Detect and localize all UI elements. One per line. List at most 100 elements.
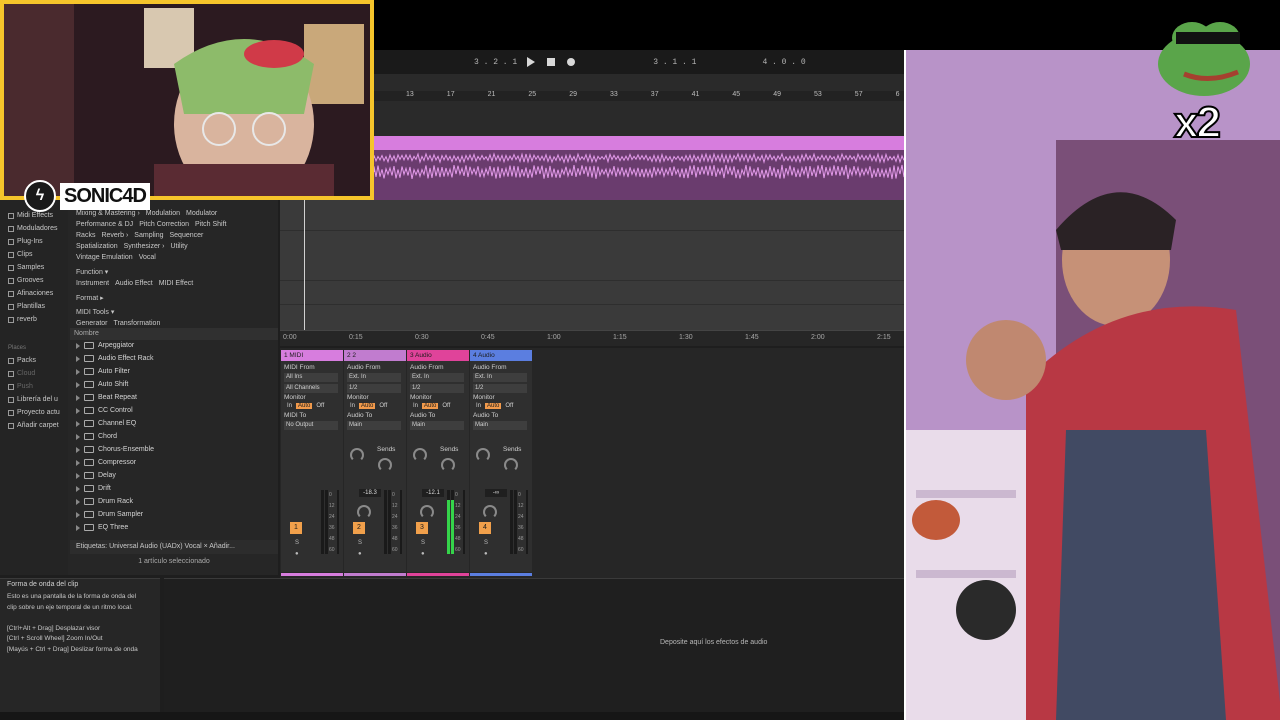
place-item[interactable]: Plug-Ins [8,238,43,245]
place-item[interactable]: Proyecto actu [8,409,60,416]
output-type-select[interactable]: Main [347,421,401,430]
pan-knob[interactable] [483,505,497,519]
device-list-item[interactable]: CC Control [76,407,133,414]
input-channel-select[interactable]: All Channels [284,384,338,393]
send-a-knob[interactable] [350,448,364,462]
expand-arrow-icon[interactable] [76,485,80,492]
expand-arrow-icon[interactable] [76,511,80,518]
solo-button[interactable]: S [358,540,362,546]
place-item[interactable]: Moduladores [8,225,57,232]
track-activator-button[interactable]: 2 [353,522,365,534]
track-title[interactable]: 2 2 [344,350,406,361]
time-ruler[interactable]: 0:00 0:15 0:30 0:45 1:00 1:15 1:30 1:45 2:00 2:15 [280,330,904,346]
arm-button[interactable]: ● [421,551,425,557]
record-button[interactable] [565,56,577,68]
monitor-off-button[interactable]: Off [314,403,326,409]
send-a-knob[interactable] [413,448,427,462]
tag-chip[interactable]: Generator [76,320,108,327]
place-item[interactable]: Push [8,383,33,390]
track-title[interactable]: 4 Audio [470,350,532,361]
tag-chip[interactable]: Sequencer [169,232,203,239]
device-list-item[interactable]: Drum Sampler [76,511,143,518]
track-title[interactable]: 1 MIDI [281,350,343,361]
place-item[interactable]: Afinaciones [8,290,53,297]
tag-chip[interactable]: Pitch Correction [139,221,189,228]
tag-chip[interactable]: Modulator [186,210,217,217]
tag-chip[interactable]: Racks [76,232,95,239]
place-item[interactable]: Añadir carpet [8,422,59,429]
tag-chip[interactable]: Vintage Emulation [76,254,133,261]
monitor-off-button[interactable]: Off [440,403,452,409]
expand-arrow-icon[interactable] [76,355,80,362]
monitor-auto-button[interactable]: Auto [485,403,502,409]
track-activator-button[interactable]: 1 [290,522,302,534]
bar-ruler[interactable]: 13 17 21 25 29 33 37 41 45 49 53 57 6 [370,91,904,101]
device-list-item[interactable]: Compressor [76,459,136,466]
device-list-item[interactable]: Drift [76,485,111,492]
input-type-select[interactable]: Ext. In [410,373,464,382]
solo-button[interactable]: S [295,540,299,546]
pan-knob[interactable] [420,505,434,519]
place-item[interactable]: reverb [8,316,37,323]
tags-bar[interactable]: Etiquetas: Universal Audio (UADx) Vocal … [70,540,278,554]
play-button[interactable] [525,56,537,68]
arm-button[interactable]: ● [295,551,299,557]
send-b-knob[interactable] [378,458,392,472]
tag-chip[interactable]: Instrument [76,280,109,287]
monitor-auto-button[interactable]: Auto [296,403,313,409]
expand-arrow-icon[interactable] [76,407,80,414]
track-lanes[interactable] [280,200,904,335]
device-list-item[interactable]: Auto Shift [76,381,128,388]
place-item[interactable]: Grooves [8,277,43,284]
device-list-item[interactable]: EQ Three [76,524,128,531]
tag-chip[interactable]: Reverb › [101,232,128,239]
device-list-item[interactable]: Drum Rack [76,498,133,505]
monitor-off-button[interactable]: Off [377,403,389,409]
input-type-select[interactable]: All Ins [284,373,338,382]
expand-arrow-icon[interactable] [76,368,80,375]
tag-chip[interactable]: Sampling [134,232,163,239]
volume-fader[interactable] [400,490,402,554]
expand-arrow-icon[interactable] [76,394,80,401]
monitor-in-button[interactable]: In [474,403,483,409]
device-list-item[interactable]: Delay [76,472,116,479]
stop-button[interactable] [545,56,557,68]
monitor-in-button[interactable]: In [411,403,420,409]
monitor-auto-button[interactable]: Auto [422,403,439,409]
tag-chip[interactable]: MIDI Tools ▾ [76,309,114,316]
monitor-in-button[interactable]: In [285,403,294,409]
place-item[interactable]: Cloud [8,370,35,377]
tag-chip[interactable]: Audio Effect [115,280,153,287]
place-item[interactable]: Midi Effects [8,212,53,219]
playhead[interactable] [304,200,305,335]
volume-fader[interactable] [463,490,465,554]
pan-knob[interactable] [357,505,371,519]
tag-chip[interactable]: Transformation [114,320,161,327]
output-type-select[interactable]: Main [410,421,464,430]
expand-arrow-icon[interactable] [76,420,80,427]
place-item[interactable]: Samples [8,264,44,271]
arm-button[interactable]: ● [358,551,362,557]
device-list-item[interactable]: Audio Effect Rack [76,355,154,362]
monitor-off-button[interactable]: Off [503,403,515,409]
device-list-item[interactable]: Beat Repeat [76,394,137,401]
place-item[interactable]: Clips [8,251,33,258]
track-activator-button[interactable]: 4 [479,522,491,534]
audio-clip[interactable] [374,136,904,200]
monitor-auto-button[interactable]: Auto [359,403,376,409]
solo-button[interactable]: S [421,540,425,546]
expand-arrow-icon[interactable] [76,459,80,466]
expand-arrow-icon[interactable] [76,433,80,440]
place-item[interactable]: Plantillas [8,303,45,310]
place-item[interactable]: Packs [8,357,36,364]
tag-chip[interactable]: MIDI Effect [159,280,194,287]
device-list-item[interactable]: Chorus-Ensemble [76,446,154,453]
send-b-knob[interactable] [504,458,518,472]
output-type-select[interactable]: No Output [284,421,338,430]
tag-chip[interactable]: Vocal [139,254,156,261]
arrangement-position[interactable]: 3 . 2 . 1 [474,58,517,67]
track-activator-button[interactable]: 3 [416,522,428,534]
send-b-knob[interactable] [441,458,455,472]
input-channel-select[interactable]: 1/2 [410,384,464,393]
device-list-item[interactable]: Chord [76,433,117,440]
